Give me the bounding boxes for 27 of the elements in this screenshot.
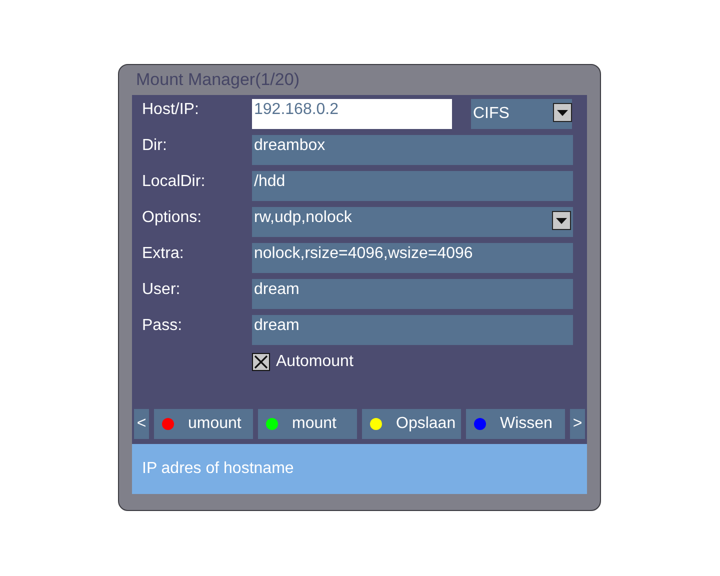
action-button[interactable]: Opslaan [362, 409, 461, 439]
dropdown-icon[interactable] [553, 103, 572, 122]
window-title: Mount Manager(1/20) [135, 69, 300, 91]
action-button[interactable]: Wissen [466, 409, 565, 439]
input-field[interactable]: dreambox [252, 135, 573, 165]
scroll-button[interactable]: > [570, 409, 585, 439]
options-dropdown[interactable]: rw,udp,nolock [252, 207, 573, 237]
dropdown-icon[interactable] [552, 211, 571, 230]
field-label: Extra: [142, 244, 185, 264]
field-label: User: [142, 280, 182, 300]
field-label: Pass: [142, 316, 184, 336]
input-field[interactable]: /hdd [252, 171, 573, 201]
input-field[interactable]: dream [252, 279, 573, 309]
scroll-button[interactable]: < [134, 409, 149, 439]
checkbox[interactable] [252, 353, 270, 371]
checkbox-label: Automount [276, 353, 354, 371]
input-field[interactable]: nolock,rsize=4096,wsize=4096 [252, 243, 573, 273]
field-label: Host/IP: [142, 100, 200, 120]
field-label: Dir: [142, 136, 168, 156]
field-label: Options: [142, 208, 203, 228]
input-field[interactable]: dream [252, 315, 573, 345]
status-hint: IP adres of hostname [132, 444, 587, 494]
protocol-dropdown[interactable]: CIFS [471, 99, 572, 129]
input-field[interactable]: 192.168.0.2 [252, 99, 452, 129]
action-button[interactable]: mount [258, 409, 357, 439]
field-label: LocalDir: [142, 172, 206, 192]
action-button[interactable]: umount [154, 409, 253, 439]
